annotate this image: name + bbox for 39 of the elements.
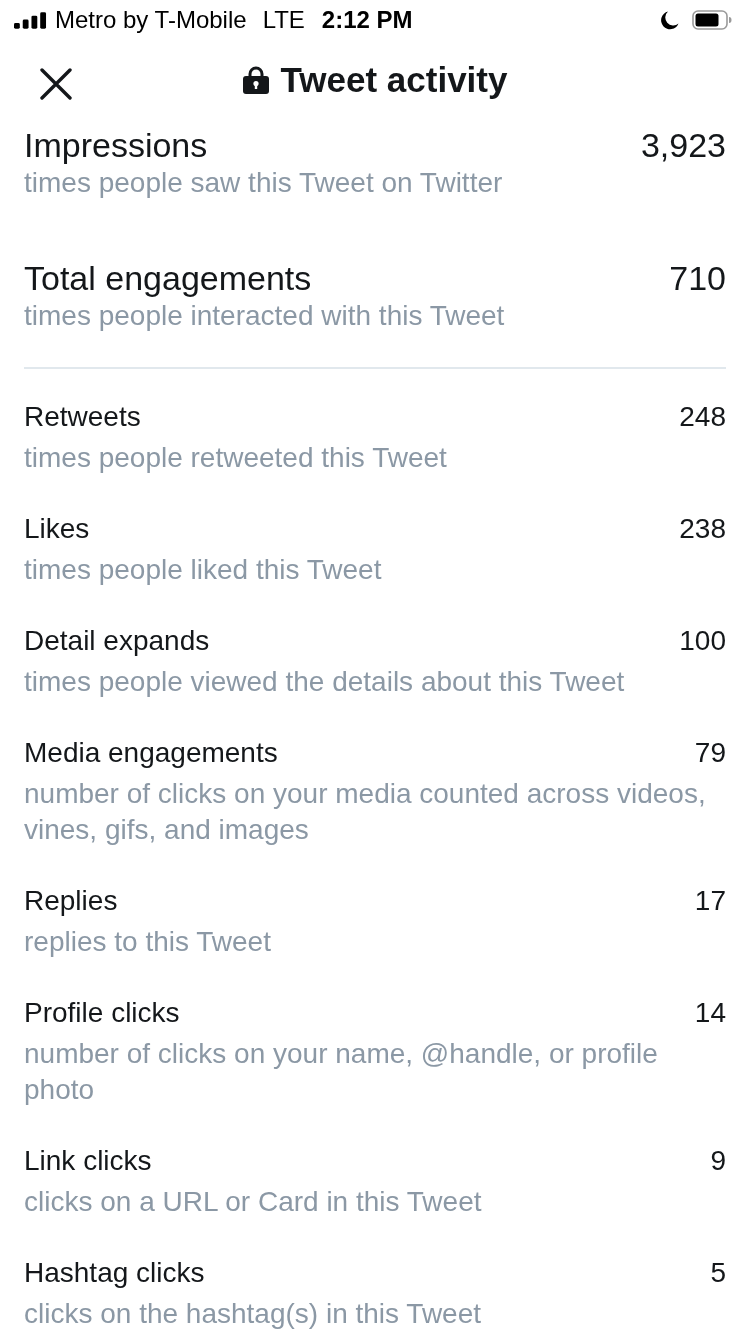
metric-description: times people viewed the details about this Tweet: [24, 665, 625, 699]
signal-icon: [14, 11, 47, 29]
metric-description: replies to this Tweet: [24, 925, 271, 959]
metric-label: Profile clicks: [24, 996, 180, 1030]
metric-label: Replies: [24, 884, 118, 918]
page-title: Tweet activity: [280, 59, 508, 100]
metric-value: 79: [694, 736, 726, 770]
battery-icon: [692, 10, 732, 30]
metric-description: times people retweeted this Tweet: [24, 441, 447, 475]
lock-icon: [242, 65, 269, 94]
carrier-name: Metro by T-Mobile: [55, 6, 247, 34]
metric-value: 238: [679, 512, 726, 546]
metric-description: number of clicks on your media counted across videos, vines, gifs, and images: [24, 777, 707, 847]
moon-icon: [661, 10, 679, 30]
clock-time: 2:12 PM: [321, 6, 413, 34]
network-type: LTE: [262, 6, 305, 34]
metric-description: times people saw this Tweet on Twitter: [24, 166, 503, 200]
metric-label: Hashtag clicks: [24, 1256, 205, 1290]
metric-description: clicks on the hashtag(s) in this Tweet: [24, 1297, 482, 1331]
metric-description: clicks on a URL or Card in this Tweet: [24, 1185, 482, 1219]
metric-value: 248: [679, 400, 726, 434]
metric-description: number of clicks on your name, @handle, or profile photo: [24, 1037, 659, 1107]
metric-label: Link clicks: [24, 1144, 152, 1178]
metric-label: Likes: [24, 512, 90, 546]
metric-label: Total engagements: [24, 258, 312, 298]
metric-label: Retweets: [24, 400, 141, 434]
metric-description: times people interacted with this Tweet: [24, 299, 505, 333]
metric-value: 710: [669, 258, 726, 298]
metric-label: Detail expands: [24, 624, 210, 658]
metric-value: 9: [710, 1144, 726, 1178]
metric-label: Impressions: [24, 125, 208, 165]
metric-label: Media engagements: [24, 736, 278, 770]
metric-description: times people liked this Tweet: [24, 553, 382, 587]
metric-value: 3,923: [640, 125, 726, 165]
metric-value: 5: [710, 1256, 726, 1290]
close-icon: [40, 68, 72, 100]
metric-value: 14: [694, 996, 726, 1030]
metric-value: 100: [679, 624, 726, 658]
metric-value: 17: [694, 884, 726, 918]
